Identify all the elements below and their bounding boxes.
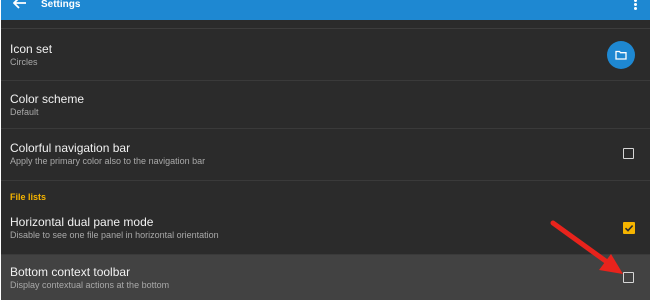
- setting-color-scheme[interactable]: Color scheme Default: [1, 81, 650, 128]
- setting-title: Bottom context toolbar: [10, 265, 131, 279]
- setting-summary: Default: [10, 107, 39, 117]
- section-header-file-lists: File lists: [10, 192, 47, 202]
- more-vertical-icon[interactable]: [634, 0, 638, 11]
- colorful-navigation-bar-checkbox[interactable]: [623, 148, 634, 159]
- setting-icon-set[interactable]: Icon set Circles: [1, 29, 650, 80]
- folder-icon: [615, 50, 627, 60]
- red-arrow-icon: [550, 220, 623, 274]
- setting-title: Icon set: [10, 42, 53, 56]
- choose-icon-set-button[interactable]: [607, 41, 635, 69]
- back-arrow-icon[interactable]: [11, 0, 29, 11]
- setting-title: Horizontal dual pane mode: [10, 215, 154, 229]
- setting-summary: Apply the primary color also to the navi…: [10, 156, 206, 166]
- divider: [1, 180, 650, 181]
- setting-summary: Disable to see one file panel in horizon…: [10, 230, 219, 240]
- page-title: Settings: [41, 0, 81, 10]
- setting-summary: Circles: [10, 57, 38, 67]
- setting-title: Colorful navigation bar: [10, 141, 131, 155]
- app-bar: Settings: [1, 0, 650, 20]
- setting-title: Color scheme: [10, 92, 85, 106]
- settings-screen: Settings Icon set Circles Color scheme D…: [1, 0, 650, 300]
- setting-summary: Display contextual actions at the bottom: [10, 280, 170, 290]
- setting-colorful-navigation-bar[interactable]: Colorful navigation bar Apply the primar…: [1, 129, 650, 179]
